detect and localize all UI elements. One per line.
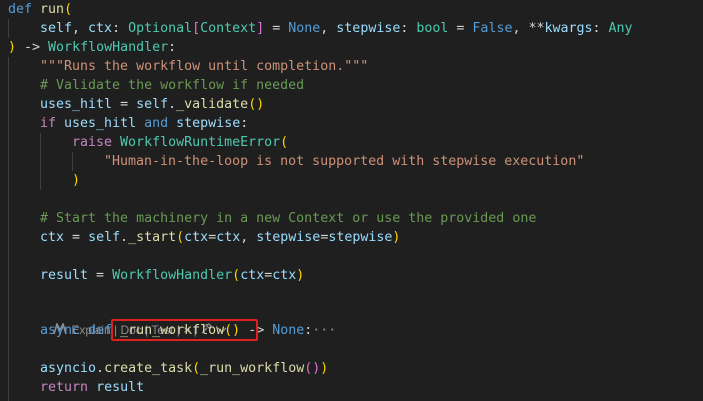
arg-run-workflow: _run_workflow xyxy=(200,361,305,376)
keyword-raise: raise xyxy=(72,135,113,150)
type-optional: Optional xyxy=(128,21,193,36)
indent-guide xyxy=(72,152,73,171)
keyword-if: if xyxy=(40,116,57,131)
literal-false: False xyxy=(472,21,513,36)
type-any: Any xyxy=(608,21,633,36)
keyword-def: def xyxy=(88,323,113,338)
kwarg-stepwise: stepwise xyxy=(256,230,321,245)
comment-validate: # Validate the workflow if needed xyxy=(40,78,305,93)
literal-none: None xyxy=(272,323,305,338)
var-self: self xyxy=(136,97,169,112)
code-line-8: raise WorkflowRuntimeError( xyxy=(72,135,289,150)
code-line-19: asyncio.create_task(_run_workflow()) xyxy=(40,361,329,376)
literal-none: None xyxy=(288,21,321,36)
code-line-6: uses_hitl = self._validate() xyxy=(40,97,265,112)
code-line-2: self, ctx: Optional[Context] = None, ste… xyxy=(40,21,633,36)
code-line-3: ) -> WorkflowHandler: xyxy=(8,40,177,55)
type-bool: bool xyxy=(416,21,449,36)
function-name-run: run xyxy=(40,2,65,17)
var-result: result xyxy=(40,268,89,283)
kwarg-ctx: ctx xyxy=(240,268,265,283)
param-stepwise: stepwise xyxy=(336,21,401,36)
code-line-4: """Runs the workflow until completion.""… xyxy=(40,57,368,76)
keyword-async: async xyxy=(40,323,81,338)
var-self: self xyxy=(88,230,121,245)
param-self: self xyxy=(40,21,73,36)
code-line-5: # Validate the workflow if needed xyxy=(40,76,304,95)
return-type-workflowhandler: WorkflowHandler xyxy=(48,40,169,55)
code-line-7: if uses_hitl and stepwise: xyxy=(40,116,249,131)
kwarg-ctx: ctx xyxy=(184,230,209,245)
method-validate: _validate xyxy=(176,97,249,112)
code-line-20: return result xyxy=(40,378,144,397)
var-ctx: ctx xyxy=(216,230,241,245)
type-context: Context xyxy=(200,21,257,36)
var-result: result xyxy=(96,380,145,395)
code-editor[interactable]: def run( self, ctx: Optional[Context] = … xyxy=(0,0,703,401)
comment-start-machinery: # Start the machinery in a new Context o… xyxy=(40,211,537,226)
docstring: """Runs the workflow until completion.""… xyxy=(40,59,369,74)
var-ctx: ctx xyxy=(272,268,297,283)
var-stepwise: stepwise xyxy=(328,230,393,245)
class-workflowruntimeerror: WorkflowRuntimeError xyxy=(120,135,281,150)
keyword-return: return xyxy=(40,380,89,395)
method-start: _start xyxy=(128,230,177,245)
indent-guide xyxy=(40,133,41,190)
param-kwargs: kwargs xyxy=(544,21,593,36)
module-asyncio: asyncio xyxy=(40,361,97,376)
keyword-and: and xyxy=(144,116,169,131)
code-line-10: ) xyxy=(72,173,81,188)
highlight-box xyxy=(111,319,258,341)
code-line-13: ctx = self._start(ctx=ctx, stepwise=step… xyxy=(40,230,401,245)
fold-ellipsis[interactable]: ··· xyxy=(312,323,336,338)
var-uses-hitl: uses_hitl xyxy=(40,97,113,112)
indent-guide xyxy=(8,57,9,401)
code-line-15: result = WorkflowHandler(ctx=ctx) xyxy=(40,268,305,283)
param-ctx: ctx xyxy=(88,21,113,36)
code-line-9: "Human-in-the-loop is not supported with… xyxy=(104,152,584,171)
method-create-task: create_task xyxy=(104,361,193,376)
keyword-def: def xyxy=(8,2,33,17)
var-ctx: ctx xyxy=(40,230,65,245)
indent-guide xyxy=(8,19,9,38)
class-workflowhandler: WorkflowHandler xyxy=(112,268,233,283)
var-uses-hitl: uses_hitl xyxy=(64,116,137,131)
var-stepwise: stepwise xyxy=(176,116,241,131)
error-message-string: "Human-in-the-loop is not supported with… xyxy=(104,154,585,169)
code-line-1: def run( xyxy=(8,2,73,17)
code-line-12: # Start the machinery in a new Context o… xyxy=(40,209,536,228)
